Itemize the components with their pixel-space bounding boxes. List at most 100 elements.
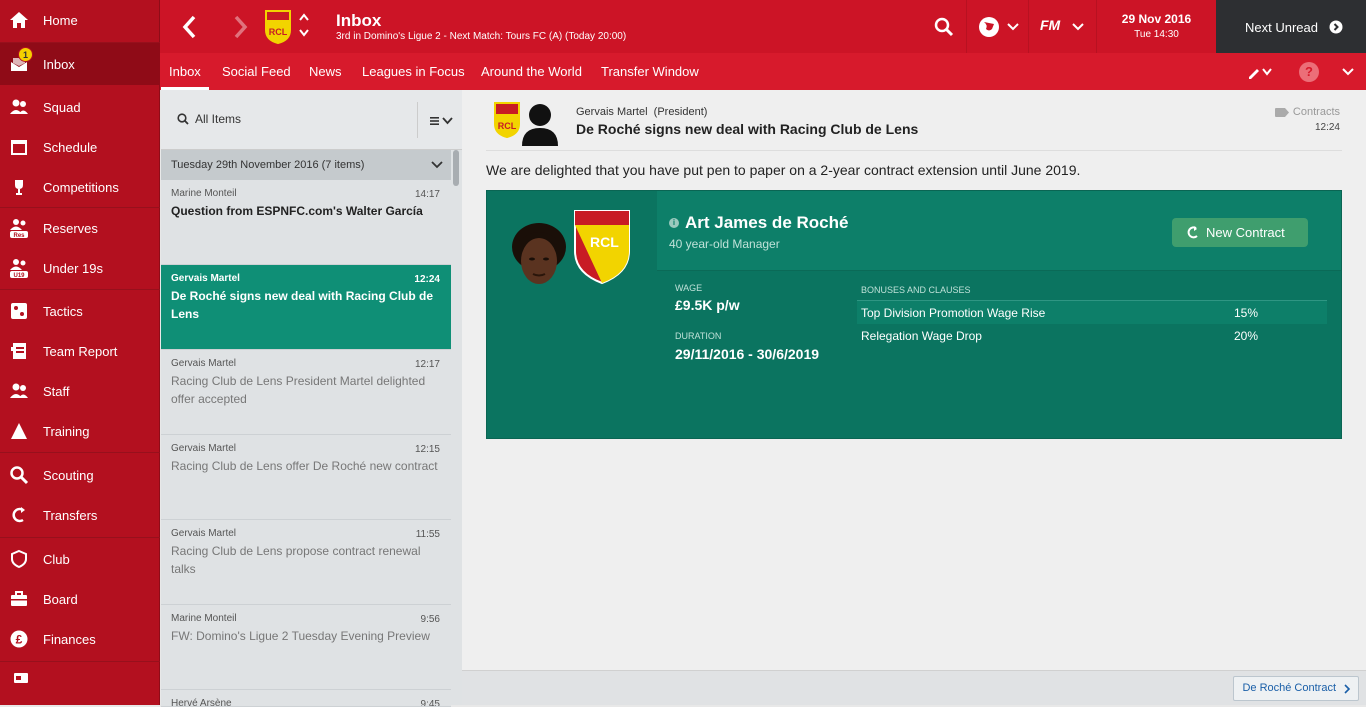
- sender-avatar[interactable]: [518, 98, 562, 146]
- sidebar-item-label: Inbox: [43, 56, 75, 72]
- tab-social-feed[interactable]: Social Feed: [222, 53, 291, 90]
- chevron-right-icon: [1344, 684, 1351, 694]
- message-body: We are delighted that you have put pen t…: [486, 162, 1081, 178]
- date-label: 29 Nov 2016: [1121, 12, 1192, 26]
- message-sender: Hervé Arsène: [171, 698, 232, 707]
- filter-dropdown[interactable]: All Items: [177, 112, 241, 126]
- sidebar-item-board[interactable]: Board: [0, 579, 160, 619]
- list-item[interactable]: Gervais Martel 12:17 Racing Club de Lens…: [161, 350, 451, 435]
- sender-role: (President): [653, 106, 708, 118]
- message-sender: Marine Monteil: [171, 188, 237, 199]
- game-date[interactable]: 29 Nov 2016 Tue 14:30: [1097, 0, 1216, 53]
- next-unread-label: Next Unread: [1245, 20, 1318, 35]
- squad-icon: [9, 97, 29, 117]
- info-icon[interactable]: i: [669, 218, 679, 228]
- svg-text:RCL: RCL: [590, 234, 619, 250]
- sidebar-item-label: Finances: [43, 631, 96, 647]
- message-subject: FW: Domino's Ligue 2 Tuesday Evening Pre…: [171, 629, 430, 643]
- arrow-right-circle-icon: [1329, 20, 1343, 34]
- club-icon: [9, 549, 29, 569]
- message-subject: Racing Club de Lens President Martel del…: [171, 374, 426, 406]
- svg-text:£: £: [16, 633, 23, 647]
- message-list-pane: All Items Tuesday 29th November 2016 (7 …: [161, 90, 462, 707]
- tab-leagues-in-focus[interactable]: Leagues in Focus: [362, 53, 465, 90]
- sidebar-item-team-report[interactable]: Team Report: [0, 331, 160, 371]
- manager-name[interactable]: Art James de Roché: [685, 213, 848, 233]
- tab-around-the-world[interactable]: Around the World: [481, 53, 582, 90]
- svg-text:RCL: RCL: [269, 27, 288, 37]
- list-item[interactable]: Hervé Arsène 9:45: [161, 690, 451, 707]
- top-bar: RCL Inbox 3rd in Domino's Ligue 2 - Next…: [160, 0, 1366, 53]
- message-time: 12:17: [414, 359, 440, 370]
- scouting-icon: [9, 465, 29, 485]
- tab-news[interactable]: News: [309, 53, 342, 90]
- sidebar-item-label: Training: [43, 423, 90, 439]
- card-details-area: i Art James de Roché 40 year-old Manager…: [657, 191, 1341, 438]
- message-time: 12:24: [1314, 122, 1340, 133]
- help-button[interactable]: ?: [1299, 62, 1319, 82]
- fm-menu-button[interactable]: FM: [1040, 17, 1100, 39]
- sidebar-item-under19s[interactable]: U19 Under 19s: [0, 248, 160, 288]
- tab-transfer-window[interactable]: Transfer Window: [601, 53, 699, 90]
- contract-arrows-icon: [1187, 225, 1198, 238]
- bonuses-label: BONUSES AND CLAUSES: [861, 285, 971, 295]
- message-subject-title: De Roché signs new deal with Racing Club…: [576, 121, 919, 137]
- back-button[interactable]: [180, 14, 200, 40]
- club-crest[interactable]: RCL: [573, 209, 631, 285]
- sidebar-item-finances[interactable]: £ Finances: [0, 619, 160, 659]
- message-subject: Question from ESPNFC.com's Walter García: [171, 204, 423, 218]
- manager-portrait[interactable]: [511, 221, 567, 295]
- tab-inbox[interactable]: Inbox: [161, 53, 209, 90]
- sidebar-item-staff[interactable]: Staff: [0, 371, 160, 411]
- list-item[interactable]: Gervais Martel 12:15 Racing Club de Lens…: [161, 435, 451, 520]
- message-category[interactable]: Contracts: [1274, 106, 1340, 118]
- club-badge[interactable]: RCL: [265, 10, 291, 45]
- tag-icon: [1274, 107, 1289, 117]
- list-scrollbar[interactable]: [453, 150, 459, 186]
- list-item[interactable]: Marine Monteil 9:56 FW: Domino's Ligue 2…: [161, 605, 451, 690]
- club-switch-arrows[interactable]: [298, 12, 310, 41]
- message-time: 12:15: [414, 444, 440, 455]
- forward-button[interactable]: [230, 14, 250, 40]
- sidebar-item-label: Staff: [43, 383, 70, 399]
- list-options-button[interactable]: [429, 114, 455, 132]
- sidebar-item-competitions[interactable]: Competitions: [0, 167, 160, 207]
- next-unread-button[interactable]: Next Unread: [1216, 0, 1366, 53]
- sidebar-item-club[interactable]: Club: [0, 539, 160, 579]
- sidebar-item-schedule[interactable]: Schedule: [0, 127, 160, 167]
- list-item-selected[interactable]: Gervais Martel 12:24 De Roché signs new …: [161, 265, 451, 350]
- search-button[interactable]: [934, 17, 954, 37]
- sidebar-item-label: Club: [43, 551, 70, 567]
- board-icon: [9, 589, 29, 609]
- more-options-chevron-icon[interactable]: [1342, 65, 1354, 83]
- edit-menu-button[interactable]: [1248, 65, 1276, 79]
- sidebar-item-label: Schedule: [43, 139, 98, 155]
- message-subject: De Roché signs new deal with Racing Club…: [171, 289, 434, 321]
- sidebar-item-training[interactable]: Training: [0, 411, 160, 451]
- sidebar-item-inbox[interactable]: 1 Inbox: [0, 43, 160, 85]
- sidebar-item-label: Reserves: [43, 220, 98, 236]
- date-group-header[interactable]: Tuesday 29th November 2016 (7 items): [161, 150, 451, 180]
- sidebar-item-label: Tactics: [43, 303, 83, 319]
- sidebar-item-tactics[interactable]: Tactics: [0, 291, 160, 331]
- new-contract-button[interactable]: New Contract: [1172, 218, 1308, 247]
- search-icon: [177, 113, 189, 125]
- message-footer: De Roché Contract: [462, 670, 1366, 705]
- sidebar-item-home[interactable]: Home: [0, 0, 160, 40]
- sidebar-item-transfers[interactable]: Transfers: [0, 495, 160, 535]
- world-menu-button[interactable]: [978, 16, 1024, 38]
- tab-bar: Inbox Social Feed News Leagues in Focus …: [160, 53, 1366, 90]
- sidebar-item-reserves[interactable]: Res Reserves: [0, 208, 160, 248]
- sidebar-item-squad[interactable]: Squad: [0, 87, 160, 127]
- list-item[interactable]: Marine Monteil 14:17 Question from ESPNF…: [161, 180, 451, 265]
- collapse-sidebar-icon[interactable]: [14, 673, 28, 683]
- contract-link-button[interactable]: De Roché Contract: [1233, 676, 1359, 701]
- home-icon: [9, 10, 29, 30]
- card-image-area: RCL: [487, 191, 657, 438]
- list-item[interactable]: Gervais Martel 11:55 Racing Club de Lens…: [161, 520, 451, 605]
- sidebar-item-scouting[interactable]: Scouting: [0, 455, 160, 495]
- schedule-icon: [9, 137, 29, 157]
- message-sender: Marine Monteil: [171, 613, 237, 624]
- sidebar-item-label: Team Report: [43, 343, 118, 359]
- message-sender: Gervais Martel: [171, 273, 240, 284]
